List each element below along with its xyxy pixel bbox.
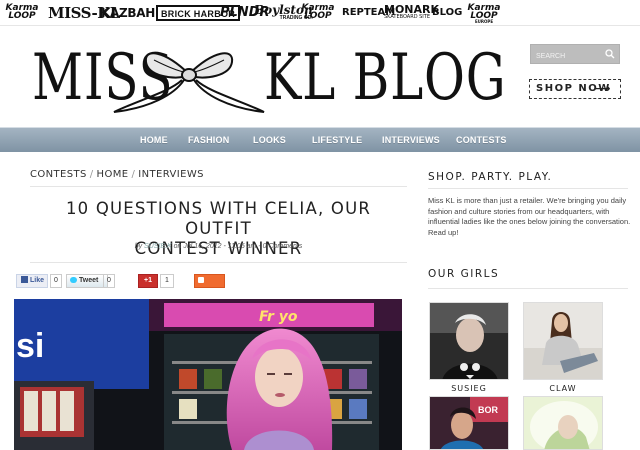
post-featured-image: si Fr yo xyxy=(14,299,402,450)
divider xyxy=(30,186,407,187)
girl-photo-susieg-graphic xyxy=(430,303,508,379)
post-date: on Jul 16, 2012 - 11:05 am - xyxy=(173,243,261,250)
like-label: Like xyxy=(30,277,45,284)
girl-photo-3[interactable]: BOR xyxy=(429,396,509,450)
brand-karmaloop-line2: LOOP xyxy=(8,11,36,21)
share-button[interactable]: Share xyxy=(194,274,225,296)
tweet-label: Tweet xyxy=(79,277,99,284)
twitter-icon xyxy=(70,277,77,283)
nav-item-fashion[interactable]: FASHION xyxy=(188,128,229,153)
brand-link-blog[interactable]: BLOG xyxy=(432,4,462,22)
breadcrumb-separator: / xyxy=(131,169,136,180)
svg-text:si: si xyxy=(16,327,44,365)
brand-link-monark[interactable]: MONARK SKATEBOARD SITE xyxy=(384,4,439,22)
facebook-icon xyxy=(21,276,28,283)
girl-photo-claw[interactable] xyxy=(523,302,603,380)
girl-name-claw[interactable]: CLAW xyxy=(523,384,603,393)
featured-photo-graphic: si Fr yo xyxy=(14,299,402,450)
girl-name-susieg[interactable]: SUSIEG xyxy=(429,384,509,393)
google-plus-button[interactable]: +1 xyxy=(138,274,158,288)
sidebar-about-text: Miss KL is more than just a retailer. We… xyxy=(428,196,631,237)
share-label: Share xyxy=(198,289,218,296)
brand-bar: Karma LOOP MISS-KL KAZBAH BRICK HARBOR P… xyxy=(0,0,640,26)
breadcrumb-home[interactable]: HOME xyxy=(97,169,129,180)
breadcrumb-separator: / xyxy=(89,169,94,180)
google-plus-count: 1 xyxy=(160,274,174,288)
nav-item-interviews[interactable]: INTERVIEWS xyxy=(382,128,440,153)
facebook-like-button[interactable]: Like xyxy=(16,274,48,288)
post-title: 10 QUESTIONS WITH CELIA, OUR OUTFIT CONT… xyxy=(30,199,407,259)
girl-photo-4[interactable] xyxy=(523,396,603,450)
nav-item-contests[interactable]: CONTESTS xyxy=(456,128,507,153)
sidebar-tagline: SHOP. PARTY. PLAY. xyxy=(428,171,553,183)
main-nav: HOME FASHION LOOKS LIFESTYLE INTERVIEWS … xyxy=(0,127,640,152)
svg-text:Fr yo: Fr yo xyxy=(259,309,298,325)
search-input[interactable] xyxy=(531,47,603,66)
arrow-right-icon: ⟶ xyxy=(594,82,612,95)
nav-item-looks[interactable]: LOOKS xyxy=(253,128,286,153)
svg-text:BOR: BOR xyxy=(478,405,499,415)
post-byline: by SUSIE.K on Jul 16, 2012 - 11:05 am - … xyxy=(30,243,407,250)
like-count: 0 xyxy=(50,274,62,288)
shop-now-button[interactable]: SHOP NOW ⟶ xyxy=(529,79,621,99)
logo-text-kl-blog: KL BLOG xyxy=(264,41,507,115)
search-icon[interactable] xyxy=(605,49,615,59)
post-title-line1: 10 QUESTIONS WITH CELIA, OUR OUTFIT xyxy=(65,199,372,238)
girl-photo-3-graphic: BOR xyxy=(430,397,508,449)
divider xyxy=(428,188,628,189)
brand-link-karmaloop-europe[interactable]: Karma LOOP EUROPE xyxy=(464,4,504,24)
comments-link[interactable]: 0 Comments xyxy=(263,243,303,250)
byline-by: by xyxy=(134,243,143,250)
breadcrumb: CONTESTS / HOME / INTERVIEWS xyxy=(30,169,204,180)
bow-icon xyxy=(113,52,265,113)
author-link[interactable]: SUSIE.K xyxy=(144,243,172,250)
girl-photo-susieg[interactable] xyxy=(429,302,509,380)
brand-link-kazbah[interactable]: KAZBAH xyxy=(101,4,155,22)
girl-photo-claw-graphic xyxy=(524,303,602,379)
divider xyxy=(30,262,407,263)
nav-item-home[interactable]: HOME xyxy=(140,128,168,153)
girl-photo-4-graphic xyxy=(524,397,602,449)
brand-karmaloop2-line2: LOOP xyxy=(304,11,332,21)
search-box xyxy=(530,44,620,66)
share-icon xyxy=(198,277,204,283)
breadcrumb-contests[interactable]: CONTESTS xyxy=(30,169,87,180)
nav-item-lifestyle[interactable]: LIFESTYLE xyxy=(312,128,362,153)
brand-link-karmaloop[interactable]: Karma LOOP xyxy=(2,4,42,22)
site-logo[interactable]: MISS KL BLOG xyxy=(32,38,506,118)
divider xyxy=(428,288,628,289)
brand-link-karmaloop-2[interactable]: Karma LOOP xyxy=(297,4,339,22)
breadcrumb-interviews[interactable]: INTERVIEWS xyxy=(138,169,204,180)
tweet-count: 0 xyxy=(103,274,115,288)
sidebar-girls-heading: OUR GIRLS xyxy=(428,268,500,280)
tweet-button[interactable]: Tweet xyxy=(66,274,108,288)
